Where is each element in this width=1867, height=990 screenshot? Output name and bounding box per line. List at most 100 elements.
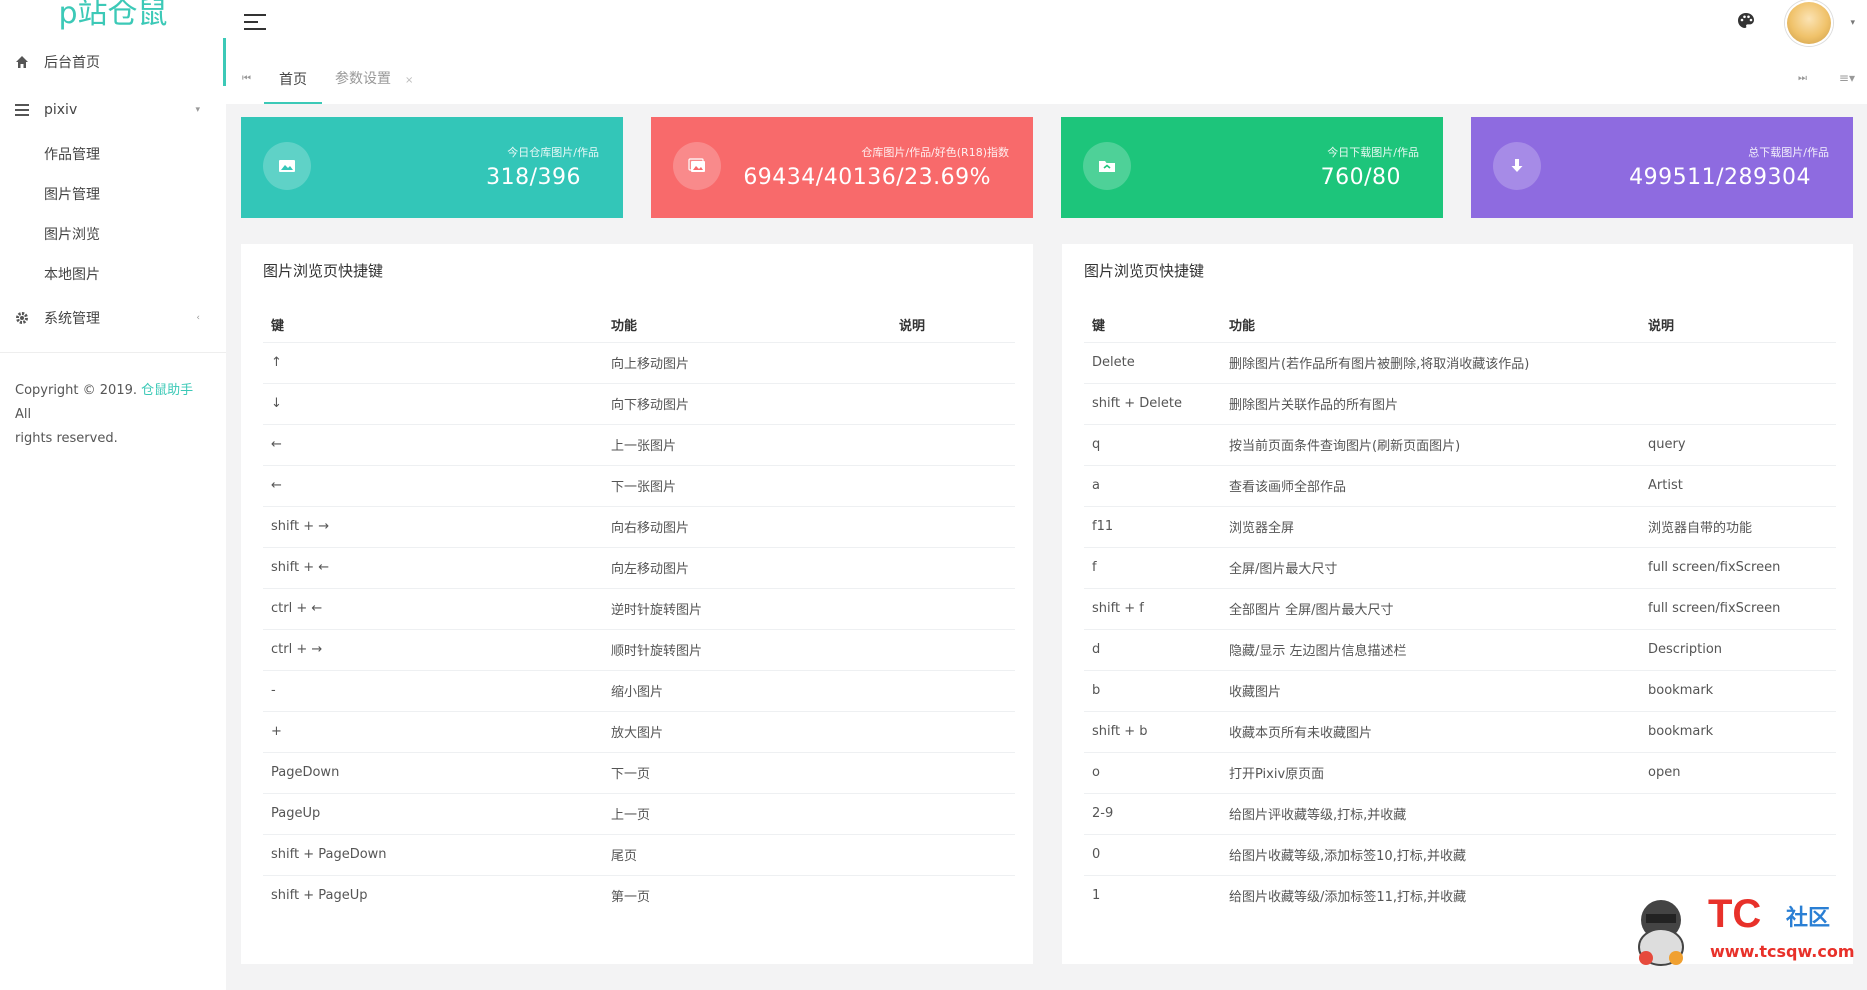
- shortcut-function-cell: 收藏本页所有未收藏图片: [1221, 710, 1640, 752]
- close-icon[interactable]: ×: [405, 75, 413, 86]
- home-icon: [14, 55, 30, 69]
- panel-title: 图片浏览页快捷键: [1084, 262, 1205, 280]
- mascot-icon: [1638, 900, 1684, 966]
- sidebar-subitem-local[interactable]: 本地图片: [0, 254, 226, 294]
- shortcut-function-cell: 向下移动图片: [603, 382, 891, 424]
- shortcut-key-cell: shift + →: [263, 505, 603, 547]
- sidebar-item-label: 系统管理: [44, 311, 100, 327]
- sidebar-item-pixiv[interactable]: pixiv ▾: [0, 86, 226, 134]
- sidebar: p站仓鼠 后台首页 pixiv ▾ 作品管理 图片管理 图片浏览 本地图片 系统…: [0, 0, 226, 990]
- shortcut-function-cell: 下一张图片: [603, 464, 891, 506]
- shortcut-key-cell: d: [1084, 628, 1221, 670]
- stat-label: 仓库图片/作品/好色(R18)指数: [861, 146, 1009, 159]
- gear-icon: [14, 311, 30, 325]
- brand-logo[interactable]: p站仓鼠: [0, 0, 226, 34]
- shortcut-note-cell: full screen/fixScreen: [1640, 546, 1836, 588]
- sidebar-subitem-images[interactable]: 图片管理: [0, 174, 226, 214]
- side-menu: 后台首页 pixiv ▾ 作品管理 图片管理 图片浏览 本地图片 系统管理 ‹: [0, 38, 226, 342]
- shortcut-key-cell: ←: [263, 423, 603, 465]
- stat-label: 总下载图片/作品: [1748, 146, 1829, 159]
- shortcut-note-cell: [891, 710, 1015, 752]
- shortcut-function-cell: 下一页: [603, 751, 891, 793]
- shortcut-function-cell: 按当前页面条件查询图片(刷新页面图片): [1221, 423, 1640, 465]
- shortcut-note-cell: [1640, 833, 1836, 875]
- shortcut-key-cell: o: [1084, 751, 1221, 793]
- stat-card-repository: 仓库图片/作品/好色(R18)指数 69434/40136/23.69%: [651, 117, 1033, 218]
- shortcut-key-cell: a: [1084, 464, 1221, 506]
- table-row: ctrl + ← 逆时针旋转图片: [263, 587, 1015, 629]
- sidebar-subitem-browse[interactable]: 图片浏览: [0, 214, 226, 254]
- copyright-link[interactable]: 仓鼠助手: [141, 383, 193, 398]
- shortcut-note-cell: [1640, 341, 1836, 383]
- image-icon: [263, 142, 311, 190]
- shortcut-note-cell: [891, 546, 1015, 588]
- tab-scroll-right-icon[interactable]: ⏭: [1798, 73, 1807, 84]
- shortcut-function-cell: 上一页: [603, 792, 891, 834]
- palette-icon[interactable]: [1737, 12, 1755, 30]
- tab-home[interactable]: 首页: [264, 54, 322, 104]
- column-header: 功能: [1229, 319, 1256, 335]
- download-icon: [1493, 142, 1541, 190]
- shortcut-function-cell: 给图片收藏等级,添加标签10,打标,并收藏: [1221, 833, 1640, 875]
- shortcut-note-cell: Description: [1640, 628, 1836, 670]
- left-shortcut-panel: 图片浏览页快捷键 键 功能 说明 ↑ 向上移动图片 ↓ 向下移动图片 ← 上一张图片 ← 下一…: [241, 244, 1033, 964]
- sidebar-item-system[interactable]: 系统管理 ‹: [0, 294, 226, 342]
- shortcut-key-cell: shift + PageDown: [263, 833, 603, 875]
- table-row: - 缩小图片: [263, 669, 1015, 711]
- shortcut-function-cell: 上一张图片: [603, 423, 891, 465]
- shortcut-note-cell: 浏览器自带的功能: [1640, 505, 1836, 547]
- shortcut-function-cell: 尾页: [603, 833, 891, 875]
- shortcut-note-cell: [891, 505, 1015, 547]
- shortcut-function-cell: 逆时针旋转图片: [603, 587, 891, 629]
- table-row: shift + PageUp 第一页: [263, 874, 1015, 916]
- shortcut-key-cell: shift + ←: [263, 546, 603, 588]
- table-row: ctrl + → 顺时针旋转图片: [263, 628, 1015, 670]
- shortcut-note-cell: [891, 669, 1015, 711]
- shortcut-note-cell: [891, 751, 1015, 793]
- shortcut-function-cell: 收藏图片: [1221, 669, 1640, 711]
- table-row: shift + → 向右移动图片: [263, 505, 1015, 547]
- shortcut-function-cell: 打开Pixiv原页面: [1221, 751, 1640, 793]
- tab-menu-icon[interactable]: ≡▾: [1839, 71, 1855, 85]
- shortcut-note-cell: [1640, 792, 1836, 834]
- chevron-down-icon[interactable]: ▾: [1850, 18, 1855, 28]
- stat-card-today-stored: 今日仓库图片/作品 318/396: [241, 117, 623, 218]
- shortcut-key-cell: PageUp: [263, 792, 603, 834]
- shortcut-key-cell: ↓: [263, 382, 603, 424]
- tabs-bar: ⏮ 首页 参数设置 × ⏭ ≡▾: [226, 54, 1867, 104]
- shortcut-function-cell: 隐藏/显示 左边图片信息描述栏: [1221, 628, 1640, 670]
- shortcut-key-cell: ↑: [263, 341, 603, 383]
- shortcut-note-cell: [891, 628, 1015, 670]
- shortcut-note-cell: query: [1640, 423, 1836, 465]
- table-row: a 查看该画师全部作品 Artist: [1084, 464, 1836, 506]
- stat-label: 今日仓库图片/作品: [507, 146, 599, 159]
- tab-scroll-left-icon[interactable]: ⏮: [242, 73, 251, 84]
- shortcut-note-cell: [1640, 382, 1836, 424]
- table-row: shift + Delete 删除图片关联作品的所有图片: [1084, 382, 1836, 424]
- table-row: f11 浏览器全屏 浏览器自带的功能: [1084, 505, 1836, 547]
- shortcut-function-cell: 向上移动图片: [603, 341, 891, 383]
- avatar[interactable]: [1785, 0, 1833, 46]
- shortcut-table-body: Delete 删除图片(若作品所有图片被删除,将取消收藏该作品) shift + D…: [1084, 341, 1836, 916]
- table-row: f 全屏/图片最大尺寸 full screen/fixScreen: [1084, 546, 1836, 588]
- table-row: 0 给图片收藏等级,添加标签10,打标,并收藏: [1084, 833, 1836, 875]
- shortcut-note-cell: [891, 587, 1015, 629]
- shortcut-note-cell: [891, 464, 1015, 506]
- stat-card-total-downloads: 总下载图片/作品 499511/289304: [1471, 117, 1853, 218]
- copyright-text: All: [15, 407, 32, 422]
- copyright: Copyright © 2019. 仓鼠助手 All rights reserv…: [0, 353, 226, 451]
- menu-toggle-icon[interactable]: [244, 14, 266, 32]
- shortcut-note-cell: [891, 833, 1015, 875]
- shortcut-key-cell: f: [1084, 546, 1221, 588]
- tab-settings[interactable]: 参数设置 ×: [335, 54, 413, 104]
- stat-cards: 今日仓库图片/作品 318/396 仓库图片/作品/好色(R18)指数 6943…: [241, 117, 1855, 218]
- shortcut-note-cell: [891, 423, 1015, 465]
- watermark-url: www.tcsqw.com: [1710, 942, 1855, 961]
- shortcut-table: 键 功能 说明 ↑ 向上移动图片 ↓ 向下移动图片 ← 上一张图片 ← 下一张图片 shift …: [263, 308, 1015, 916]
- copyright-text: Copyright © 2019.: [15, 383, 138, 398]
- images-icon: [673, 142, 721, 190]
- sidebar-item-home[interactable]: 后台首页: [0, 38, 226, 86]
- table-row: shift + ← 向左移动图片: [263, 546, 1015, 588]
- table-row: o 打开Pixiv原页面 open: [1084, 751, 1836, 793]
- sidebar-subitem-works[interactable]: 作品管理: [0, 134, 226, 174]
